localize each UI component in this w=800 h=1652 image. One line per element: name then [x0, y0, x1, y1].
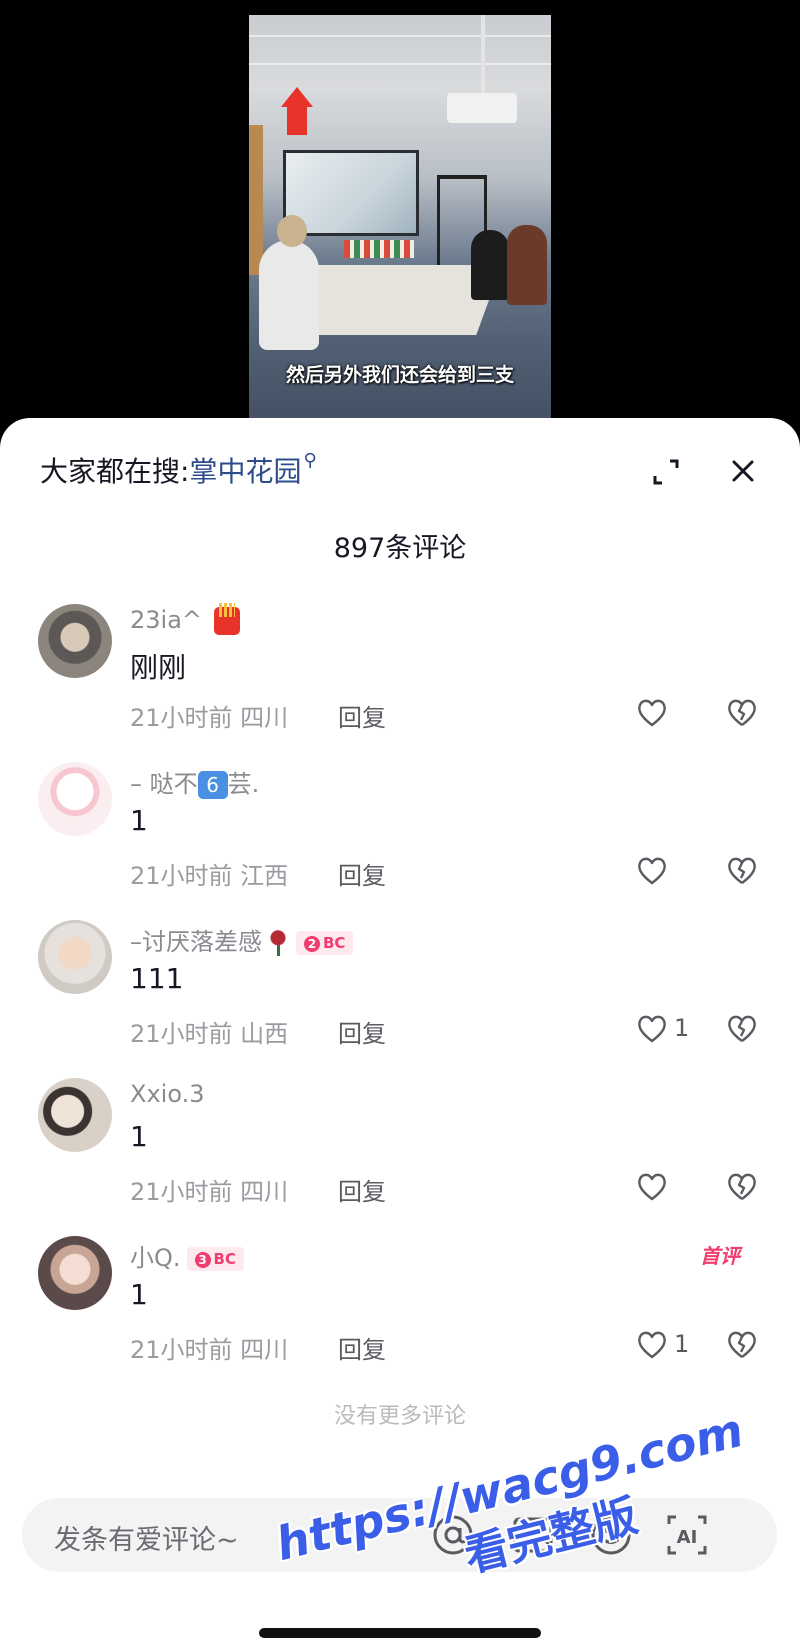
broken-heart-icon [728, 699, 756, 726]
comment-meta: 21小时前 江西 [130, 862, 289, 890]
fan-badge: 3 BC [186, 1247, 244, 1271]
ceiling-light [249, 63, 551, 65]
comment-item: – 哒不 6 芸. 1 21小时前 江西 回复 [0, 762, 800, 922]
comment-text: 1 [130, 1120, 148, 1153]
dislike-button[interactable] [726, 1330, 760, 1362]
reply-button[interactable]: 回复 [338, 856, 386, 891]
broken-heart-icon [728, 1331, 756, 1358]
comment-meta: 21小时前 四川 [130, 704, 289, 732]
projector-mount [481, 15, 485, 95]
dislike-button[interactable] [726, 698, 760, 730]
comment-item: 23ia^ 刚刚 21小时前 四川 回复 [0, 603, 800, 764]
comment-meta: 21小时前 四川 [130, 1336, 289, 1364]
avatar[interactable] [38, 1078, 112, 1152]
comment-input[interactable]: 发条有爱评论~ AI [22, 1498, 777, 1572]
like-count: 1 [674, 1014, 690, 1042]
comment-meta: 21小时前 山西 [130, 1020, 289, 1048]
dislike-button[interactable] [726, 1172, 760, 1204]
projector [447, 93, 517, 123]
person [507, 225, 547, 305]
avatar[interactable] [38, 604, 112, 678]
search-icon: ⚲ [303, 450, 317, 471]
keycap-six-emoji: 6 [197, 771, 228, 799]
svg-text:AI: AI [677, 1527, 698, 1548]
like-button[interactable] [636, 1172, 696, 1204]
username[interactable]: 小Q. 3 BC [130, 1238, 244, 1273]
heart-icon [638, 699, 666, 727]
dislike-button[interactable] [726, 856, 760, 888]
search-keyword-link[interactable]: 掌中花园 [189, 455, 301, 488]
rose-emoji-icon [266, 930, 290, 956]
ceiling-light [249, 35, 551, 37]
heart-icon [638, 1015, 666, 1043]
comment-text: 111 [130, 962, 184, 995]
video-subtitle: 然后另外我们还会给到三支 [285, 364, 514, 386]
video-player[interactable]: 然后另外我们还会给到三支 [249, 15, 551, 425]
comment-text: 刚刚 [130, 651, 187, 684]
red-arrow-icon [281, 87, 313, 107]
avatar[interactable] [38, 920, 112, 994]
like-button[interactable] [636, 856, 696, 888]
like-button[interactable]: 1 [636, 1014, 696, 1046]
comment-input-placeholder: 发条有爱评论~ [54, 1525, 239, 1556]
reply-button[interactable]: 回复 [338, 1330, 386, 1365]
broken-heart-icon [728, 857, 756, 884]
heart-icon [638, 1173, 666, 1201]
ai-icon[interactable]: AI [664, 1512, 710, 1558]
first-comment-tag: 首评 [700, 1244, 740, 1268]
fan-badge: 2 BC [296, 931, 354, 955]
broken-heart-icon [728, 1015, 756, 1042]
username[interactable]: Xxio.3 [130, 1080, 204, 1108]
username[interactable]: – 哒不 6 芸. [130, 764, 259, 799]
broken-heart-icon [728, 1173, 756, 1200]
dislike-button[interactable] [726, 1014, 760, 1046]
person-head [277, 215, 307, 247]
like-button[interactable]: 1 [636, 1330, 696, 1362]
comment-count: 897条评论 [333, 533, 467, 564]
avatar[interactable] [38, 1236, 112, 1310]
comment-text: 1 [130, 1278, 148, 1311]
home-indicator [259, 1628, 541, 1638]
comment-item: 小Q. 3 BC 首评 1 21小时前 四川 回复 1 [0, 1236, 800, 1396]
comment-item: Xxio.3 1 21小时前 四川 回复 [0, 1078, 800, 1238]
person [259, 240, 319, 350]
search-suggestion[interactable]: 大家都在搜:掌中花园 ⚲ [40, 450, 317, 490]
comment-text: 1 [130, 804, 148, 837]
wood-wall [249, 125, 263, 275]
like-button[interactable] [636, 698, 696, 730]
person [471, 230, 509, 300]
like-count: 1 [674, 1330, 690, 1358]
comment-meta: 21小时前 四川 [130, 1178, 289, 1206]
username[interactable]: 23ia^ [130, 603, 241, 635]
reply-button[interactable]: 回复 [338, 1014, 386, 1049]
comment-item: –讨厌落差感 2 BC 111 21小时前 山西 回复 1 [0, 920, 800, 1080]
heart-icon [638, 1331, 666, 1359]
comment-sheet: 大家都在搜:掌中花园 ⚲ 897条评论 23ia^ 刚刚 21小时前 四川 回复 … [0, 418, 800, 1652]
no-more-comments: 没有更多评论 [333, 1404, 466, 1429]
heart-icon [638, 857, 666, 885]
red-arrow-stem [287, 105, 307, 135]
expand-icon[interactable] [650, 456, 682, 488]
fries-emoji-icon [214, 603, 241, 635]
avatar[interactable] [38, 762, 112, 836]
reply-button[interactable]: 回复 [338, 1172, 386, 1207]
search-prefix: 大家都在搜: [40, 455, 190, 488]
reply-button[interactable]: 回复 [338, 698, 386, 733]
bottles [344, 240, 414, 258]
username[interactable]: –讨厌落差感 2 BC [130, 922, 354, 957]
close-icon[interactable] [728, 456, 758, 486]
